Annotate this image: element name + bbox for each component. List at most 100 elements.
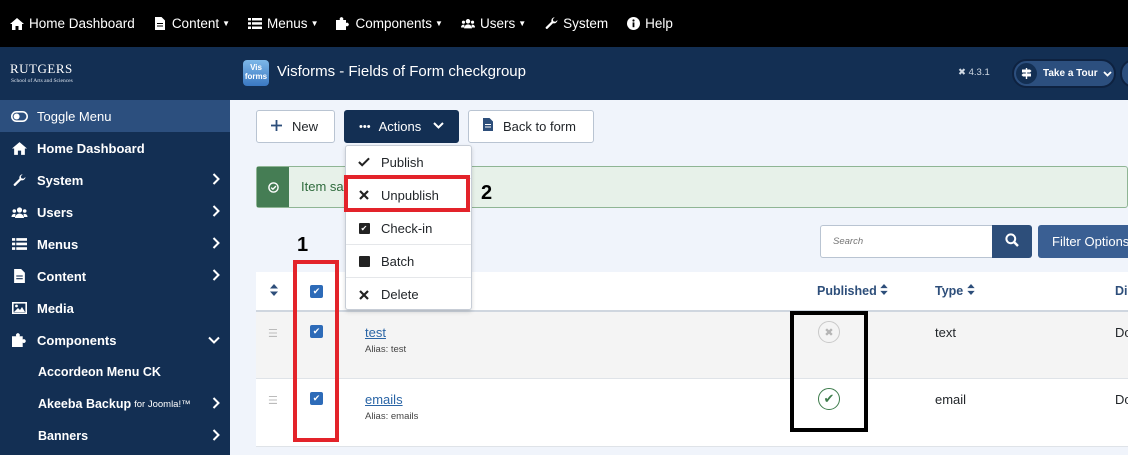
sidebar-item-menus[interactable]: Menus <box>0 228 230 260</box>
search-icon <box>1005 232 1019 251</box>
sidebar-item-content[interactable]: Content <box>0 260 230 292</box>
field-type: email <box>935 392 967 407</box>
caret-down-icon: ▼ <box>222 19 231 28</box>
published-column-header[interactable]: Published <box>817 284 888 298</box>
caret-down-icon: ▼ <box>518 19 527 28</box>
check-circle-icon <box>257 167 289 207</box>
ellipsis-icon: ••• <box>359 120 371 133</box>
check-icon <box>358 157 370 167</box>
list-icon <box>10 238 28 250</box>
annotation-box-unpublish <box>344 175 470 212</box>
topbar-menus[interactable]: Menus ▼ <box>248 16 318 31</box>
checkbox-checked-icon: ✔ <box>358 222 370 234</box>
file-icon <box>153 17 167 30</box>
topbar-components[interactable]: Components ▼ <box>336 16 443 31</box>
table-row: ☰ ✔ test Alias: test ✖ text Do <box>256 312 1128 379</box>
menu-item-label: Batch <box>381 253 415 269</box>
sidebar-item-label: Menus <box>37 236 79 252</box>
caret-down-icon: ▼ <box>435 19 443 28</box>
header-menu-toggle[interactable] <box>1120 59 1128 88</box>
drag-handle-icon[interactable]: ☰ <box>268 394 278 407</box>
chevron-down-icon <box>1103 69 1112 79</box>
list-icon <box>248 18 263 29</box>
actions-button[interactable]: ••• Actions <box>344 110 459 143</box>
square-icon <box>358 255 370 267</box>
drag-handle-icon[interactable]: ☰ <box>268 327 278 340</box>
take-a-tour-button[interactable]: Take a Tour <box>1012 59 1116 88</box>
chevron-right-icon <box>212 237 220 252</box>
type-column-header[interactable]: Type <box>935 284 975 298</box>
sidebar-item-components[interactable]: Components <box>0 324 230 356</box>
topbar-help[interactable]: Help <box>626 16 673 31</box>
puzzle-icon <box>336 17 350 30</box>
home-icon <box>10 141 28 155</box>
menu-item-check-in[interactable]: ✔ Check-in <box>346 212 471 245</box>
new-button[interactable]: New <box>256 110 335 143</box>
menu-item-delete[interactable]: Delete <box>346 278 471 311</box>
chevron-right-icon <box>212 269 220 284</box>
annotation-label-1: 1 <box>297 234 309 256</box>
type-header-label: Type <box>935 284 964 298</box>
puzzle-icon <box>10 333 28 347</box>
topbar-label: System <box>563 16 609 31</box>
caret-down-icon: ▼ <box>310 19 319 28</box>
back-to-form-button[interactable]: Back to form <box>468 110 594 143</box>
close-icon <box>358 289 370 300</box>
topbar-home-dashboard[interactable]: Home Dashboard <box>10 16 135 31</box>
visforms-logo-top: Vis <box>250 63 262 72</box>
annotation-box-checkboxes <box>293 260 339 442</box>
field-title-link[interactable]: test <box>365 325 386 340</box>
toggle-icon <box>10 110 28 122</box>
sidebar-subitem-label: Akeeba Backup <box>38 397 132 411</box>
search-input[interactable] <box>820 225 992 258</box>
rutgers-logo[interactable]: RUTGERS School of Arts and Sciences <box>0 47 230 100</box>
clipped-column-header[interactable]: Di <box>1115 284 1128 298</box>
filter-options-button[interactable]: Filter Options <box>1038 225 1128 258</box>
toggle-menu-button[interactable]: Toggle Menu <box>0 100 230 132</box>
topbar-label: Help <box>645 16 673 31</box>
topbar-label: Users <box>479 16 516 31</box>
search-button[interactable] <box>992 225 1032 258</box>
signpost-icon <box>1016 63 1037 84</box>
topbar-users[interactable]: Users ▼ <box>460 16 527 31</box>
visforms-logo: Vis forms <box>243 60 269 86</box>
clipped-cell: Do <box>1115 325 1128 340</box>
sidebar: RUTGERS School of Arts and Sciences Togg… <box>0 47 230 455</box>
sidebar-item-label: Home Dashboard <box>37 140 145 156</box>
users-icon <box>10 206 28 218</box>
topbar-system[interactable]: System <box>544 16 608 31</box>
chevron-right-icon <box>212 429 220 444</box>
sidebar-subitem-banners[interactable]: Banners <box>0 420 230 452</box>
topbar-label: Menus <box>267 16 308 31</box>
sidebar-subitem-akeeba-backup[interactable]: Akeeba Backup for Joomla!™ <box>0 388 230 420</box>
sort-icon <box>967 284 975 295</box>
chevron-right-icon <box>212 397 220 412</box>
topbar-content[interactable]: Content ▼ <box>153 16 230 31</box>
wrench-icon <box>10 173 28 187</box>
page-header: Vis forms Visforms - Fields of Form chec… <box>230 47 1128 100</box>
sort-icon[interactable] <box>270 284 278 299</box>
alert-message: Item sa <box>301 179 344 194</box>
field-alias: Alias: emails <box>365 411 419 422</box>
joomla-icon: ✖ <box>958 67 966 78</box>
plus-icon <box>271 118 282 135</box>
page-title: Visforms - Fields of Form checkgroup <box>277 63 526 80</box>
field-title-link[interactable]: emails <box>365 392 403 407</box>
actions-button-label: Actions <box>378 119 422 134</box>
topbar-label: Home Dashboard <box>29 16 135 31</box>
sidebar-subitem-suffix: for Joomla!™ <box>134 398 191 410</box>
users-icon <box>460 18 475 29</box>
sidebar-item-system[interactable]: System <box>0 164 230 196</box>
menu-item-batch[interactable]: Batch <box>346 245 471 278</box>
sidebar-subitem-label: Accordeon Menu CK <box>38 365 161 379</box>
info-icon <box>626 17 640 30</box>
joomla-version: ✖ 4.3.1 <box>958 67 990 78</box>
sidebar-subitem-accordeon-menu-ck[interactable]: Accordeon Menu CK <box>0 356 230 388</box>
sidebar-item-media[interactable]: Media <box>0 292 230 324</box>
clipped-cell: Do <box>1115 392 1128 407</box>
sidebar-item-label: Media <box>37 300 74 316</box>
logo-subtitle: School of Arts and Sciences <box>11 78 73 84</box>
sidebar-subitem-label: Banners <box>38 429 89 443</box>
sidebar-item-home-dashboard[interactable]: Home Dashboard <box>0 132 230 164</box>
sidebar-item-users[interactable]: Users <box>0 196 230 228</box>
